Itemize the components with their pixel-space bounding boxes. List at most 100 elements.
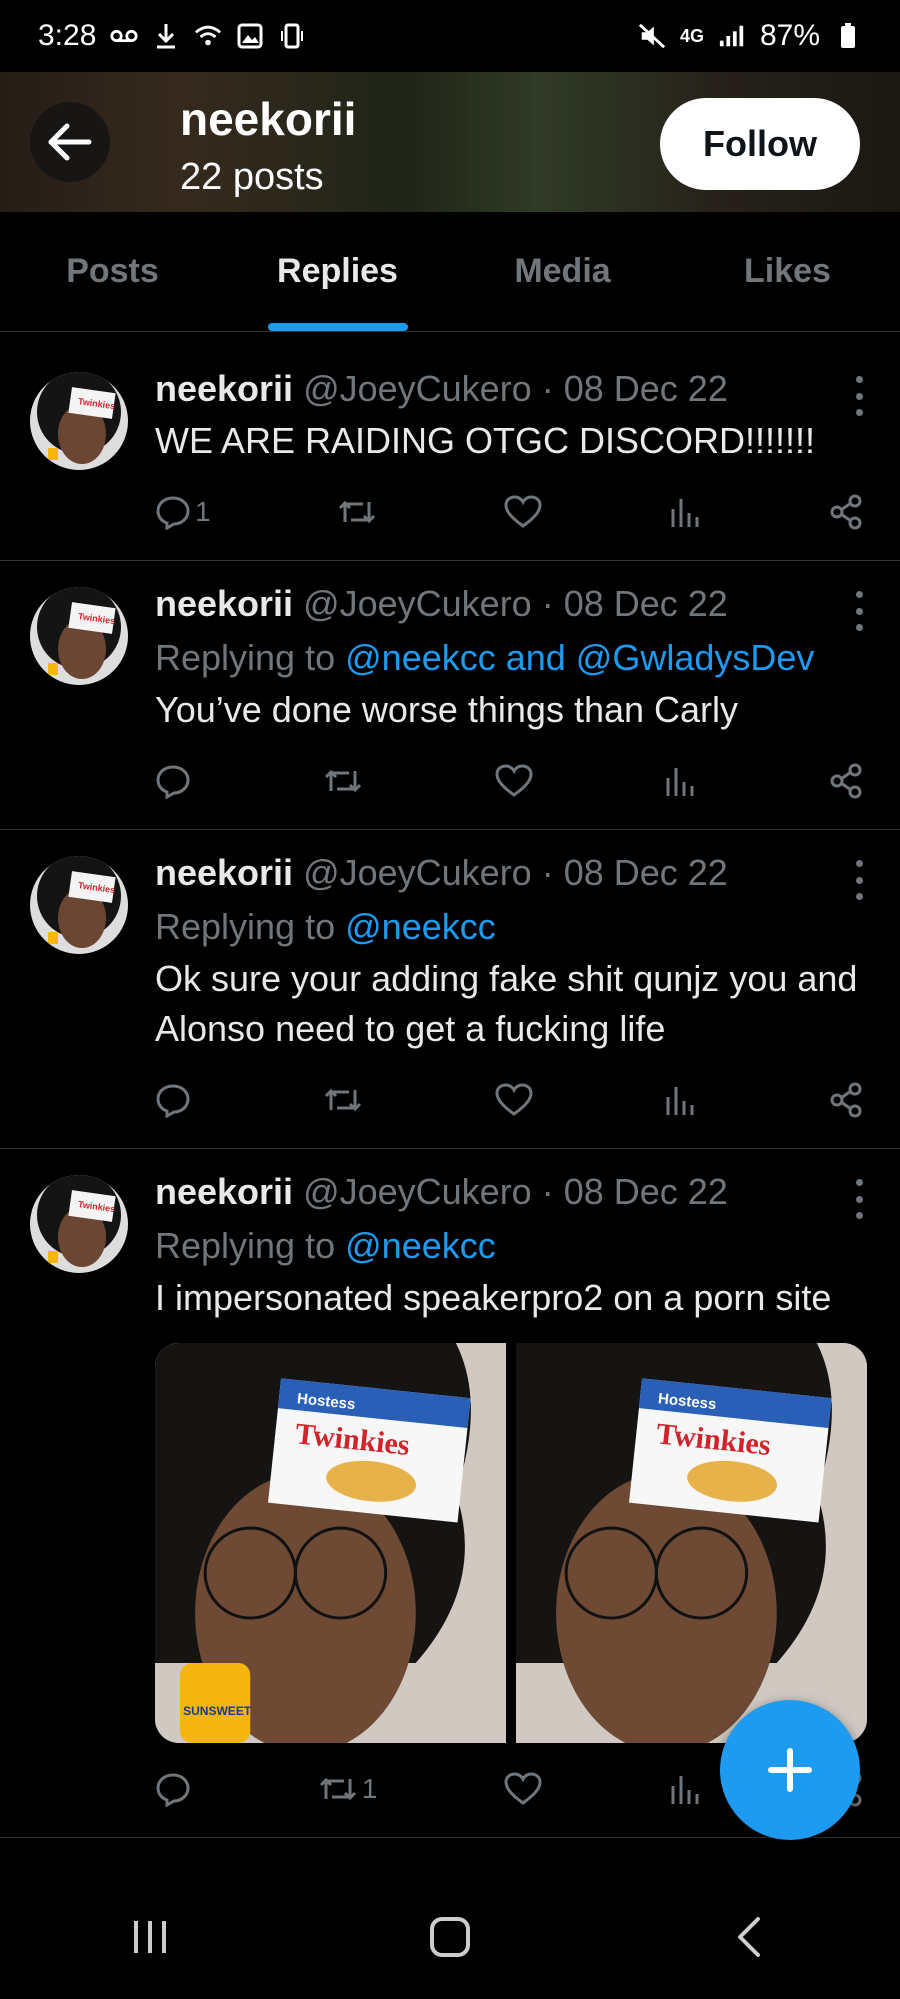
replying-prefix: Replying to — [155, 637, 336, 678]
compose-button[interactable] — [720, 1700, 860, 1840]
vibrate-icon — [278, 22, 306, 50]
recent-apps-icon — [134, 1920, 166, 1953]
retweet-button[interactable] — [323, 763, 363, 799]
share-button[interactable] — [828, 763, 864, 799]
heart-icon — [494, 764, 533, 797]
retweet-button[interactable] — [323, 1082, 363, 1118]
media-image[interactable]: Hostess Twinkies SUNSWEET — [155, 1343, 506, 1743]
home-button[interactable] — [428, 1915, 472, 1964]
voicemail-icon — [110, 22, 138, 50]
download-icon — [152, 22, 180, 50]
views-button[interactable] — [664, 1083, 696, 1117]
retweet-button[interactable] — [337, 494, 377, 530]
like-button[interactable] — [494, 764, 533, 798]
post-count: 22 posts — [180, 156, 324, 198]
tweet-meta: @JoeyCukero · 08 Dec 22 — [303, 583, 728, 624]
reply-button[interactable]: 1 — [155, 494, 211, 530]
status-time: 3:28 — [38, 19, 97, 52]
back-button[interactable] — [30, 102, 110, 182]
tweet-media: Hostess Twinkies SUNSWEET Hostess Twinki… — [155, 1343, 867, 1743]
reply-button[interactable] — [155, 1771, 191, 1807]
replying-to: Replying to @neekcc — [155, 1219, 870, 1273]
replying-prefix: Replying to — [155, 906, 336, 947]
plus-icon — [768, 1748, 812, 1792]
avatar[interactable] — [30, 856, 128, 954]
profile-name: neekorii — [180, 93, 357, 145]
reply-icon — [156, 496, 190, 530]
like-button[interactable] — [504, 495, 542, 529]
heart-icon — [494, 1083, 533, 1116]
tweet-author-name: neekorii — [155, 1171, 294, 1212]
tweet-author-name: neekorii — [155, 583, 294, 624]
share-icon — [830, 763, 862, 799]
follow-button[interactable]: Follow — [660, 98, 860, 190]
replying-to: Replying to @neekcc and @GwladysDev — [155, 631, 870, 685]
recent-apps-button[interactable] — [128, 1915, 172, 1964]
replying-to: Replying to @neekcc — [155, 900, 870, 954]
tweet[interactable]: neekorii @JoeyCukero · 08 Dec 22 WE ARE … — [0, 346, 900, 561]
tab-likes[interactable]: Likes — [675, 212, 900, 331]
replying-to-link[interactable]: @neekcc — [345, 1225, 496, 1266]
more-options-icon[interactable] — [854, 1179, 864, 1219]
like-button[interactable] — [504, 1772, 542, 1806]
retweet-button[interactable]: 1 — [318, 1771, 378, 1807]
home-icon — [430, 1916, 470, 1957]
share-icon — [830, 1082, 862, 1118]
more-options-icon[interactable] — [854, 376, 864, 416]
profile-header: neekorii 22 posts Follow — [0, 72, 900, 212]
media-drink-text: SUNSWEET — [183, 1704, 252, 1718]
views-icon — [671, 1776, 699, 1804]
signal-icon — [718, 22, 746, 50]
reply-button[interactable] — [155, 1082, 191, 1118]
tweet-meta: @JoeyCukero · 08 Dec 22 — [303, 368, 728, 409]
views-button[interactable] — [669, 495, 701, 529]
tweet-author-name: neekorii — [155, 852, 294, 893]
wifi-icon — [194, 22, 222, 50]
heart-icon — [504, 495, 542, 528]
tab-posts[interactable]: Posts — [0, 212, 225, 331]
views-button[interactable] — [669, 1772, 701, 1806]
views-button[interactable] — [664, 764, 696, 798]
share-button[interactable] — [828, 494, 864, 530]
mute-icon — [638, 22, 666, 50]
retweet-icon — [324, 1088, 361, 1112]
like-button[interactable] — [494, 1083, 533, 1117]
more-options-icon[interactable] — [854, 591, 864, 631]
reply-button[interactable] — [155, 763, 191, 799]
reply-icon — [156, 1773, 190, 1807]
replying-to-link[interactable]: @neekcc and @GwladysDev — [345, 637, 814, 678]
avatar[interactable] — [30, 587, 128, 685]
replying-prefix: Replying to — [155, 1225, 336, 1266]
status-bar: 3:28 4G 87% — [0, 0, 900, 72]
views-icon — [666, 768, 694, 796]
share-icon — [830, 494, 862, 530]
avatar[interactable] — [30, 1175, 128, 1273]
reply-count: 1 — [195, 496, 211, 527]
tweet[interactable]: neekorii @JoeyCukero · 08 Dec 22 Replyin… — [0, 830, 900, 1149]
retweet-icon — [319, 1777, 356, 1801]
back-nav-button[interactable] — [728, 1915, 772, 1964]
tab-media[interactable]: Media — [450, 212, 675, 331]
retweet-count: 1 — [361, 1773, 378, 1804]
more-options-icon[interactable] — [854, 860, 864, 900]
tweet-text: Ok sure your adding fake shit qunjz you … — [155, 958, 858, 1049]
tab-replies[interactable]: Replies — [225, 212, 450, 331]
retweet-icon — [339, 500, 376, 524]
gallery-icon — [236, 22, 264, 50]
views-icon — [671, 499, 699, 527]
tweet-text: I impersonated speakerpro2 on a porn sit… — [155, 1277, 832, 1318]
tweet-meta: @JoeyCukero · 08 Dec 22 — [303, 852, 728, 893]
replying-to-link[interactable]: @neekcc — [345, 906, 496, 947]
share-button[interactable] — [828, 1082, 864, 1118]
reply-icon — [156, 1084, 190, 1118]
tweet-actions — [155, 1074, 870, 1126]
retweet-icon — [324, 769, 361, 793]
android-nav-bar — [0, 1879, 900, 1999]
avatar[interactable] — [30, 372, 128, 470]
profile-tabs: Posts Replies Media Likes — [0, 212, 900, 332]
network-label: 4G — [679, 25, 704, 46]
media-image[interactable]: Hostess Twinkies — [516, 1343, 867, 1743]
tweet[interactable]: neekorii @JoeyCukero · 08 Dec 22 Replyin… — [0, 561, 900, 830]
tweet-text: WE ARE RAIDING OTGC DISCORD!!!!!!! — [155, 420, 816, 461]
tweet-actions: 1 — [155, 486, 870, 538]
